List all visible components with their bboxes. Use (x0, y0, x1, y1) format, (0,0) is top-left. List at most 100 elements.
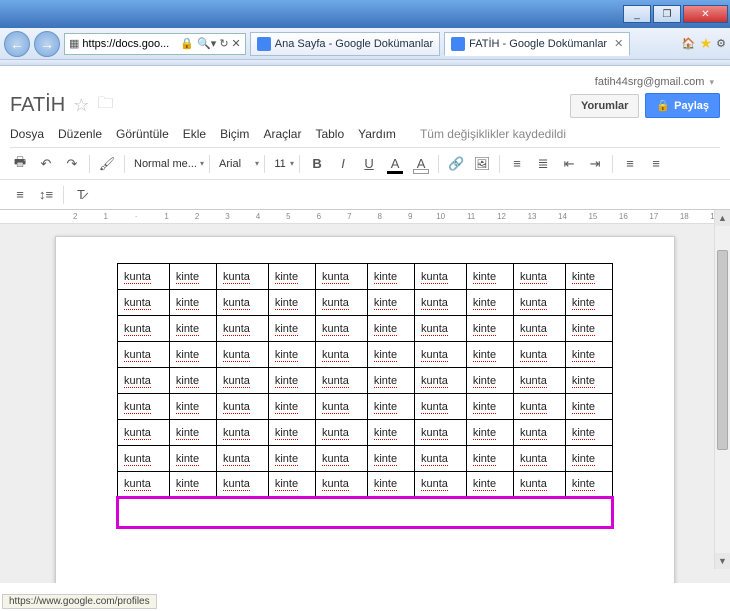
table-cell[interactable]: kunta (315, 290, 367, 316)
table-cell[interactable]: kunta (414, 446, 466, 472)
table-cell[interactable]: kunta (216, 420, 268, 446)
refresh-icon[interactable]: ↻ (219, 37, 228, 50)
table-cell[interactable]: kunta (118, 368, 170, 394)
table-cell[interactable]: kinte (367, 316, 414, 342)
table-cell[interactable]: kunta (216, 472, 268, 498)
folder-icon[interactable]: 🗀 (97, 92, 113, 119)
table-cell[interactable]: kunta (216, 446, 268, 472)
table-cell[interactable]: kinte (565, 394, 612, 420)
table-row[interactable]: kuntakintekuntakintekuntakintekuntakinte… (118, 446, 613, 472)
table-cell[interactable]: kunta (118, 264, 170, 290)
tools-gear-icon[interactable]: ⚙ (716, 37, 726, 50)
maximize-button[interactable]: ❐ (653, 5, 681, 23)
table-cell[interactable]: kunta (414, 316, 466, 342)
table-cell[interactable]: kinte (466, 264, 513, 290)
document-canvas[interactable]: 21·12345678910111213141516171819 kuntaki… (0, 210, 730, 583)
table-cell[interactable]: kinte (565, 472, 612, 498)
table-cell[interactable]: kinte (466, 342, 513, 368)
url-input[interactable] (82, 38, 177, 50)
table-cell[interactable]: kunta (513, 342, 565, 368)
menu-tools[interactable]: Araçlar (263, 127, 301, 141)
table-cell[interactable]: kinte (565, 316, 612, 342)
table-cell[interactable]: kunta (513, 368, 565, 394)
table-cell[interactable]: kunta (414, 264, 466, 290)
bulleted-list-icon[interactable]: ≣ (531, 152, 555, 176)
table-cell[interactable]: kinte (367, 446, 414, 472)
table-cell[interactable]: kinte (565, 446, 612, 472)
doc-title[interactable]: FATİH (10, 94, 65, 117)
table-cell[interactable]: kinte (565, 420, 612, 446)
table-cell[interactable]: kunta (315, 394, 367, 420)
close-button[interactable]: ✕ (683, 5, 728, 23)
table-cell[interactable]: kinte (268, 394, 315, 420)
table-cell[interactable]: kinte (169, 368, 216, 394)
menu-file[interactable]: Dosya (10, 127, 44, 141)
table-cell[interactable]: kinte (268, 342, 315, 368)
table-cell[interactable]: kinte (466, 472, 513, 498)
table-cell[interactable]: kinte (169, 342, 216, 368)
table-cell[interactable]: kinte (268, 420, 315, 446)
scroll-up-icon[interactable]: ▲ (715, 210, 730, 226)
underline-button[interactable]: U (357, 152, 381, 176)
table-cell[interactable]: kinte (466, 368, 513, 394)
table-row[interactable]: kuntakintekuntakintekuntakintekuntakinte… (118, 368, 613, 394)
document-table[interactable]: kuntakintekuntakintekuntakintekuntakinte… (116, 263, 614, 529)
table-cell[interactable]: kunta (216, 342, 268, 368)
home-icon[interactable]: 🏠 (682, 37, 696, 50)
table-cell[interactable]: kunta (118, 472, 170, 498)
table-cell[interactable]: kinte (565, 342, 612, 368)
table-cell[interactable]: kunta (414, 394, 466, 420)
table-cell[interactable]: kunta (315, 264, 367, 290)
table-cell[interactable]: kunta (513, 394, 565, 420)
line-spacing-icon[interactable]: ↕≡ (34, 183, 58, 207)
minimize-button[interactable]: _ (623, 5, 651, 23)
table-cell[interactable]: kinte (169, 420, 216, 446)
bold-button[interactable]: B (305, 152, 329, 176)
table-cell[interactable]: kinte (169, 394, 216, 420)
table-cell[interactable]: kinte (565, 290, 612, 316)
table-cell[interactable]: kinte (565, 368, 612, 394)
vertical-scrollbar[interactable]: ▲ ▼ (714, 210, 730, 569)
table-cell[interactable]: kinte (466, 394, 513, 420)
table-cell[interactable]: kinte (466, 420, 513, 446)
table-cell[interactable]: kinte (367, 342, 414, 368)
table-row[interactable]: kuntakintekuntakintekuntakintekuntakinte… (118, 264, 613, 290)
table-cell[interactable]: kunta (513, 472, 565, 498)
table-cell[interactable]: kinte (367, 420, 414, 446)
insert-image-icon[interactable]: 🖼 (470, 152, 494, 176)
table-row[interactable]: kuntakintekuntakintekuntakintekuntakinte… (118, 394, 613, 420)
forward-button[interactable]: → (34, 31, 60, 57)
share-button[interactable]: 🔒 Paylaş (645, 93, 720, 118)
user-email[interactable]: fatih44srg@gmail.com (595, 76, 705, 88)
table-cell[interactable]: kunta (118, 446, 170, 472)
undo-icon[interactable]: ↶ (34, 152, 58, 176)
browser-tab-active[interactable]: FATİH - Google Dokümanlar ✕ (444, 32, 630, 56)
table-cell[interactable]: kinte (466, 316, 513, 342)
align-left-icon[interactable]: ≡ (618, 152, 642, 176)
table-cell[interactable]: kunta (513, 420, 565, 446)
table-cell[interactable]: kinte (367, 394, 414, 420)
table-cell[interactable]: kinte (268, 368, 315, 394)
table-cell[interactable]: kinte (169, 290, 216, 316)
table-cell[interactable]: kinte (268, 316, 315, 342)
table-cell[interactable]: kunta (118, 290, 170, 316)
table-cell[interactable]: kunta (118, 342, 170, 368)
scrollbar-thumb[interactable] (717, 250, 728, 450)
table-cell[interactable]: kunta (513, 316, 565, 342)
table-row-selected[interactable] (118, 498, 613, 528)
star-icon[interactable]: ☆ (73, 95, 89, 116)
favorites-icon[interactable]: ★ (700, 35, 713, 52)
clear-formatting-icon[interactable]: T̷ (69, 183, 93, 207)
redo-icon[interactable]: ↷ (60, 152, 84, 176)
table-cell[interactable]: kunta (513, 290, 565, 316)
table-cell[interactable]: kinte (367, 264, 414, 290)
search-dropdown-icon[interactable]: 🔍▾ (197, 37, 216, 50)
table-cell[interactable]: kinte (565, 264, 612, 290)
table-cell[interactable]: kinte (268, 290, 315, 316)
table-cell[interactable]: kinte (367, 368, 414, 394)
table-cell[interactable] (118, 498, 613, 528)
browser-tab[interactable]: Ana Sayfa - Google Dokümanlar (250, 32, 440, 56)
italic-button[interactable]: I (331, 152, 355, 176)
back-button[interactable]: ← (4, 31, 30, 57)
tab-close-icon[interactable]: ✕ (614, 37, 623, 50)
